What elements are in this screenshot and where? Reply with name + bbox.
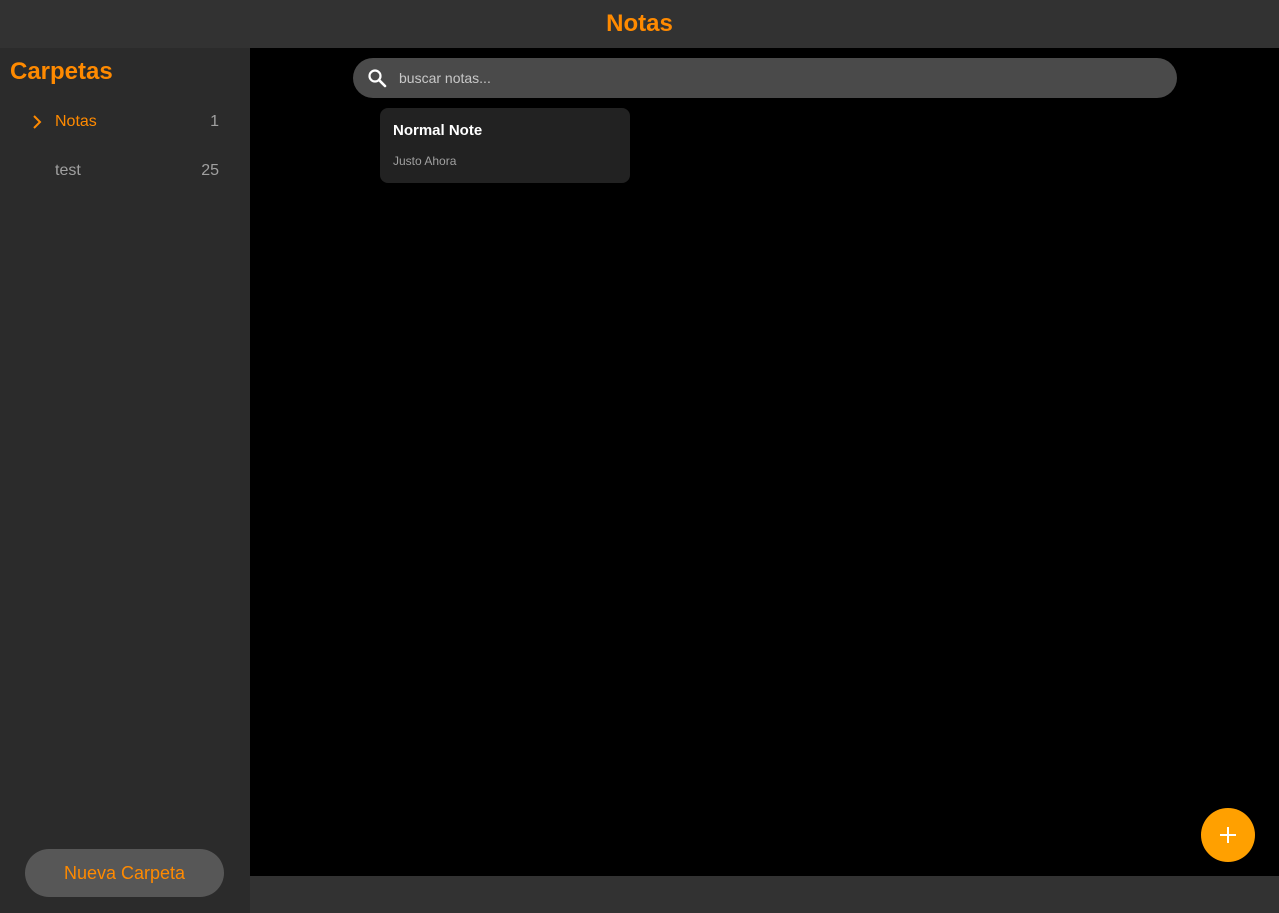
app-title: Notas — [606, 10, 673, 37]
folder-label: Notas — [55, 113, 97, 130]
note-card[interactable]: Normal Note Justo Ahora — [380, 108, 630, 183]
folder-label: test — [55, 162, 81, 179]
plus-icon — [1220, 827, 1236, 843]
search-bar[interactable] — [353, 58, 1177, 98]
note-title: Normal Note — [393, 122, 483, 139]
folder-item-test[interactable]: test 25 — [0, 151, 250, 191]
search-input[interactable] — [399, 58, 1159, 98]
top-bar: Notas — [0, 0, 1279, 48]
folder-count: 25 — [201, 162, 219, 179]
note-timestamp: Justo Ahora — [393, 154, 457, 168]
new-folder-button[interactable]: Nueva Carpeta — [25, 849, 224, 897]
search-icon — [368, 69, 387, 88]
folder-item-notas[interactable]: Notas 1 — [0, 102, 250, 142]
add-note-button[interactable] — [1201, 808, 1255, 862]
bottom-bar — [250, 876, 1279, 913]
chevron-right-icon — [33, 115, 42, 129]
folder-count: 1 — [210, 113, 219, 130]
folders-sidebar: Carpetas Notas 1 test 25 Nueva Carpeta — [0, 48, 250, 913]
notes-panel: Normal Note Justo Ahora — [250, 48, 1279, 876]
sidebar-title: Carpetas — [10, 58, 113, 85]
